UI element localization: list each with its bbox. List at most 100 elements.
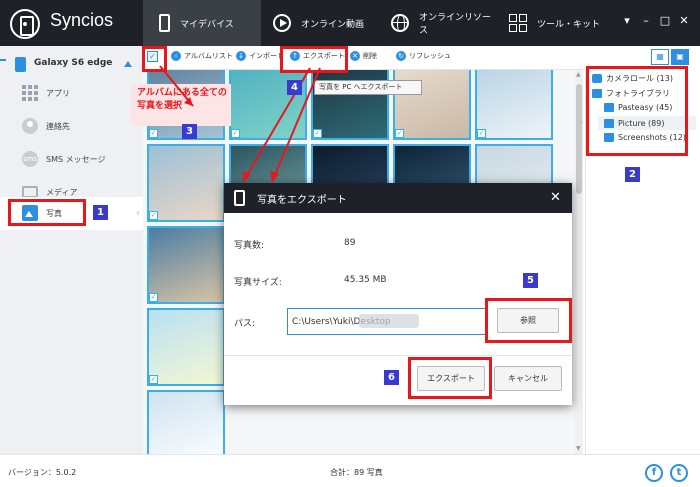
refresh-button[interactable]: ↻ リフレッシュ <box>396 51 451 61</box>
sidebar-item-label: 連絡先 <box>46 122 70 131</box>
export-tooltip: 写真を PC へエクスポート <box>314 80 422 95</box>
step-badge: 3 <box>182 124 197 139</box>
tab-label: ツール・キット <box>537 19 601 30</box>
photo-checkbox[interactable]: ✓ <box>149 129 158 138</box>
tab-online-video[interactable]: オンライン動画 <box>261 0 379 46</box>
twitter-icon[interactable]: t <box>670 464 688 482</box>
photo-count-label: 写真数: <box>234 241 265 251</box>
view-toggle[interactable]: ▦ ▣ <box>651 49 691 67</box>
sidebar: Galaxy S6 edge アプリ 連絡先 sms SMS メッセージ メディ… <box>0 46 143 454</box>
calendar-view-icon[interactable]: ▦ <box>651 49 669 65</box>
highlight-export <box>280 46 348 73</box>
step-badge: 6 <box>384 370 399 385</box>
back-arrow-icon: ‹ <box>171 51 181 61</box>
sidebar-item-label: SMS メッセージ <box>46 155 106 164</box>
maximize-icon[interactable]: □ <box>658 14 672 28</box>
contact-icon <box>22 118 38 134</box>
album-view-icon[interactable]: ▣ <box>671 49 689 65</box>
apps-icon <box>22 85 38 101</box>
tab-online-resource[interactable]: オンラインリソース <box>379 0 497 46</box>
step-badge: 2 <box>625 167 640 182</box>
app-name: Syncios <box>50 10 114 30</box>
import-button[interactable]: ↓ インポート <box>236 51 284 61</box>
scroll-down-icon[interactable]: ▼ <box>576 445 581 452</box>
device-name: Galaxy S6 edge <box>34 58 113 68</box>
status-bar: バージョン：5.0.2 合計：89 写真 f t <box>0 454 700 487</box>
tab-label: オンラインリソース <box>419 13 492 36</box>
photo-checkbox[interactable]: ✓ <box>477 129 486 138</box>
phone-icon <box>159 14 170 32</box>
delete-button[interactable]: ✕ 削除 <box>350 51 377 61</box>
facebook-icon[interactable]: f <box>645 464 663 482</box>
refresh-icon: ↻ <box>396 51 406 61</box>
top-bar: Syncios マイデバイス オンライン動画 オンラインリソース ツール・キット… <box>0 0 700 46</box>
menu-dropdown-icon[interactable]: ▾ <box>620 14 634 28</box>
import-label: インポート <box>249 52 284 60</box>
photo-checkbox[interactable]: ✓ <box>313 129 322 138</box>
sidebar-item-contacts[interactable]: 連絡先 <box>0 110 143 143</box>
tab-label: マイデバイス <box>180 19 234 30</box>
globe-icon <box>391 14 409 32</box>
tab-label: オンライン動画 <box>301 19 365 30</box>
scroll-up-icon[interactable]: ▲ <box>576 71 581 78</box>
collapse-sidebar-icon[interactable]: ‹ <box>136 208 140 219</box>
photo-thumbnail[interactable]: ✓ <box>147 308 225 386</box>
total-count: 合計：89 写真 <box>330 468 383 477</box>
smartphone-icon <box>15 57 26 72</box>
delete-label: 削除 <box>363 52 377 60</box>
photo-checkbox[interactable]: ✓ <box>149 211 158 220</box>
play-icon <box>273 14 291 32</box>
album-list-label: アルバムリスト <box>184 52 233 60</box>
highlight-albums <box>586 66 688 156</box>
import-icon: ↓ <box>236 51 246 61</box>
dialog-title: 写真をエクスポート <box>257 195 347 206</box>
dialog-header: 写真をエクスポート ✕ <box>224 183 572 213</box>
minimize-icon[interactable]: – <box>639 14 653 28</box>
scrollbar-thumb[interactable] <box>576 84 582 194</box>
highlight-photos <box>8 199 86 226</box>
photo-thumbnail[interactable]: ✓ <box>147 144 225 222</box>
photo-size-label: 写真サイズ: <box>234 278 282 288</box>
dialog-divider <box>224 355 572 356</box>
device-indicator <box>0 59 6 61</box>
highlight-export-confirm <box>408 357 492 399</box>
grid-icon <box>509 14 527 32</box>
photo-thumbnail[interactable] <box>147 390 225 454</box>
collapse-panel-icon[interactable]: › <box>580 118 584 128</box>
photo-count-value: 89 <box>344 238 356 248</box>
photo-checkbox[interactable]: ✓ <box>149 293 158 302</box>
photo-thumbnail[interactable]: ✓ <box>475 70 553 140</box>
device-selector[interactable]: Galaxy S6 edge <box>0 54 143 74</box>
photo-checkbox[interactable]: ✓ <box>231 129 240 138</box>
sidebar-item-label: アプリ <box>46 89 70 98</box>
photo-checkbox[interactable]: ✓ <box>149 375 158 384</box>
path-label: パス: <box>234 319 256 329</box>
close-icon[interactable]: ✕ <box>677 14 691 28</box>
step-badge: 1 <box>93 205 108 220</box>
sidebar-item-sms[interactable]: sms SMS メッセージ <box>0 143 143 176</box>
phone-icon <box>234 190 245 206</box>
photo-thumbnail[interactable]: ✓ <box>147 226 225 304</box>
tab-my-device[interactable]: マイデバイス <box>143 0 261 46</box>
highlight-select-all <box>142 46 167 72</box>
photo-checkbox[interactable]: ✓ <box>395 129 404 138</box>
step-badge: 4 <box>287 80 302 95</box>
photo-size-value: 45.35 MB <box>344 275 387 285</box>
close-icon[interactable]: ✕ <box>550 190 561 205</box>
eject-icon[interactable] <box>124 61 132 67</box>
trash-icon: ✕ <box>350 51 360 61</box>
step-badge: 5 <box>523 273 538 288</box>
sms-icon: sms <box>22 151 38 167</box>
toolbar: ‹ アルバムリスト ↓ インポート ↑ エクスポート ✕ 削除 ↻ リフレッシュ <box>143 46 585 70</box>
cancel-button[interactable]: キャンセル <box>494 366 562 391</box>
highlight-browse <box>485 298 572 343</box>
refresh-label: リフレッシュ <box>409 52 451 60</box>
syncios-logo-icon <box>10 9 40 39</box>
sidebar-item-apps[interactable]: アプリ <box>0 77 143 110</box>
album-list-button[interactable]: ‹ アルバムリスト <box>171 51 233 61</box>
app-window: Syncios マイデバイス オンライン動画 オンラインリソース ツール・キット… <box>0 0 700 487</box>
tab-toolkit[interactable]: ツール・キット <box>497 0 609 46</box>
annotation-tip-text: アルバムにある全ての写真を選択 <box>137 88 227 111</box>
version-text: バージョン：5.0.2 <box>8 468 77 477</box>
path-redaction <box>359 314 419 328</box>
